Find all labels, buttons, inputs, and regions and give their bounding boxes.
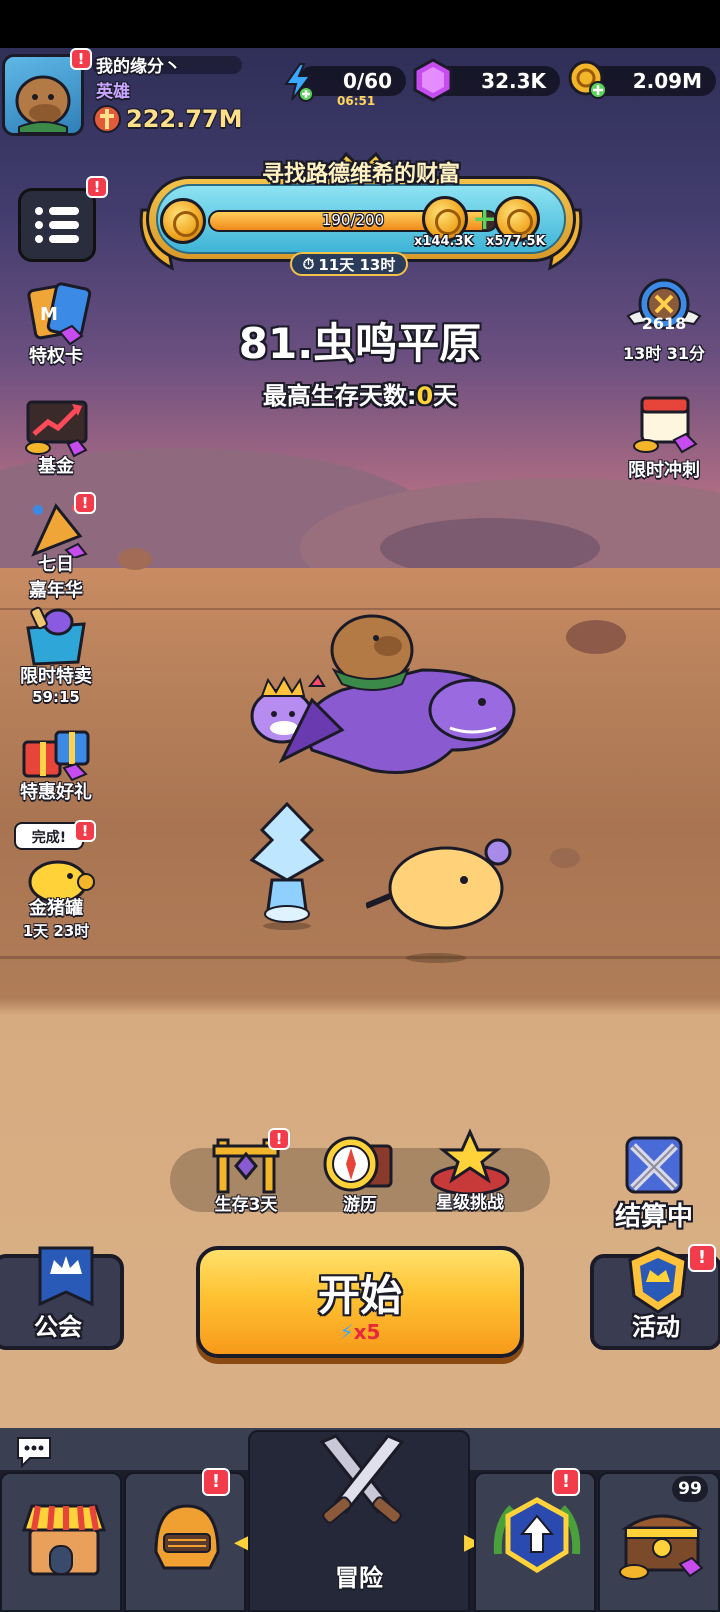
limited-sale-label: 限时特卖	[20, 666, 92, 687]
equipment-alert-badge: !	[202, 1468, 230, 1496]
event-reward-2: x577.5K	[486, 234, 546, 249]
helmet-icon	[154, 1504, 220, 1570]
start-cost: ⚡x5	[200, 1320, 520, 1344]
survive-unit: 天	[433, 382, 458, 410]
yellow-dino-pet-icon	[366, 838, 512, 963]
arena-timer: 13时 31分	[622, 344, 706, 363]
star-challenge-icon	[430, 1128, 510, 1196]
special-gift-button[interactable]: 特惠好礼	[6, 718, 106, 804]
event-reward-1: x144.3K	[414, 234, 474, 249]
capybara-avatar-icon	[15, 75, 71, 133]
chest-count-badge: 99	[672, 1476, 708, 1502]
svg-text:M: M	[40, 304, 58, 325]
energy-value: 0/60	[342, 69, 392, 93]
ice-spirit-pet-icon	[249, 801, 325, 930]
settlement-label: 结算中	[614, 1202, 693, 1232]
settlement-button[interactable]: 结算中	[604, 1130, 704, 1233]
chat-bubble-icon	[17, 1437, 51, 1468]
limited-sale-button[interactable]: 限时特卖 59:15	[6, 604, 106, 706]
treasure-chest-icon	[619, 1514, 704, 1580]
piggy-bank-timer: 1天 23时	[22, 922, 90, 940]
power-shield-icon	[93, 105, 121, 133]
survive-alert-badge: !	[268, 1128, 290, 1150]
power-display: 222.77M	[92, 104, 243, 134]
nav-shop-tab[interactable]	[0, 1472, 122, 1612]
start-cost-value: x5	[353, 1320, 381, 1344]
guild-label: 公会	[34, 1313, 82, 1341]
upgrade-arrow-icon	[493, 1497, 581, 1573]
event-timer-text: 11天 13时	[318, 255, 396, 274]
nav-adventure-label: 冒险	[335, 1564, 383, 1592]
stopwatch-icon: ⏱	[302, 255, 315, 273]
event-banner[interactable]: 寻找路德维希的财富 190/200 + x144.3K x577.5K ⏱ 11…	[132, 150, 590, 276]
power-value: 222.77M	[126, 105, 243, 133]
start-label: 开始	[317, 1271, 402, 1320]
gift-box-icon	[22, 730, 90, 782]
gold-coin-icon	[568, 60, 607, 99]
rock	[566, 620, 626, 654]
list-menu-icon	[35, 207, 79, 243]
capybara-dragon-rider-icon	[278, 614, 516, 774]
ground-edge	[0, 956, 720, 959]
upgrade-alert-badge: !	[552, 1468, 580, 1496]
crossed-swords-shield-icon	[625, 1136, 683, 1194]
piggy-alert-badge: !	[74, 820, 96, 842]
energy-timer: 06:51	[337, 94, 376, 108]
limited-sprint-button[interactable]: 限时冲刺	[614, 390, 714, 482]
journey-button[interactable]: 游历	[310, 1134, 410, 1215]
event-title: 寻找路德维希的财富	[261, 162, 460, 187]
arena-score: 2618	[641, 314, 687, 333]
carnival-label-2: 嘉年华	[29, 580, 83, 601]
nav-chest-tab[interactable]: 99	[598, 1472, 720, 1612]
start-button[interactable]: 开始 ⚡x5	[196, 1246, 524, 1358]
limited-sale-timer: 59:15	[32, 688, 80, 706]
activity-label: 活动	[632, 1313, 680, 1341]
gem-value: 32.3K	[481, 69, 546, 93]
event-timer: ⏱ 11天 13时	[290, 252, 408, 276]
star-challenge-button[interactable]: 星级挑战	[420, 1128, 520, 1213]
avatar-alert-badge: !	[70, 48, 92, 70]
energy-bolt-icon	[284, 63, 314, 102]
bottom-nav: ! ◀ 冒险 ▶ ! 99	[0, 1430, 720, 1612]
event-pickaxe-coin-icon	[160, 198, 206, 244]
player-name: 我的缘分丶	[96, 57, 181, 77]
special-gift-label: 特惠好礼	[20, 782, 92, 803]
arena-button[interactable]: 2618 13时 31分	[614, 276, 714, 364]
activity-alert-badge: !	[688, 1244, 716, 1272]
sale-box-icon	[26, 606, 86, 666]
energy-cost-icon: ⚡	[339, 1320, 354, 1344]
rock	[118, 548, 152, 570]
gold-value: 2.09M	[632, 69, 702, 93]
crossed-swords-icon	[319, 1434, 405, 1524]
gem-icon	[413, 58, 453, 102]
carnival-alert-badge: !	[74, 492, 96, 514]
privilege-card-button[interactable]: M 特权卡	[6, 282, 106, 368]
compass-map-icon	[323, 1136, 393, 1192]
max-survival-days: 最高生存天数:0天	[0, 376, 720, 411]
shop-icon	[21, 1504, 107, 1576]
guild-button[interactable]: 公会	[0, 1246, 124, 1350]
survive-value: 0	[416, 382, 434, 410]
fund-button[interactable]: 基金	[6, 392, 106, 478]
menu-alert-badge: !	[86, 176, 108, 198]
player-title: 英雄	[96, 82, 130, 102]
rock	[550, 848, 580, 868]
nav-adventure-tab[interactable]: 冒险	[248, 1430, 470, 1612]
main-menu-button[interactable]	[18, 188, 96, 262]
survive-label: 最高生存天数:	[262, 382, 417, 410]
calendar-icon	[633, 396, 698, 454]
limited-sprint-label: 限时冲刺	[628, 460, 700, 481]
stage-title: 81.虫鸣平原	[238, 319, 482, 368]
